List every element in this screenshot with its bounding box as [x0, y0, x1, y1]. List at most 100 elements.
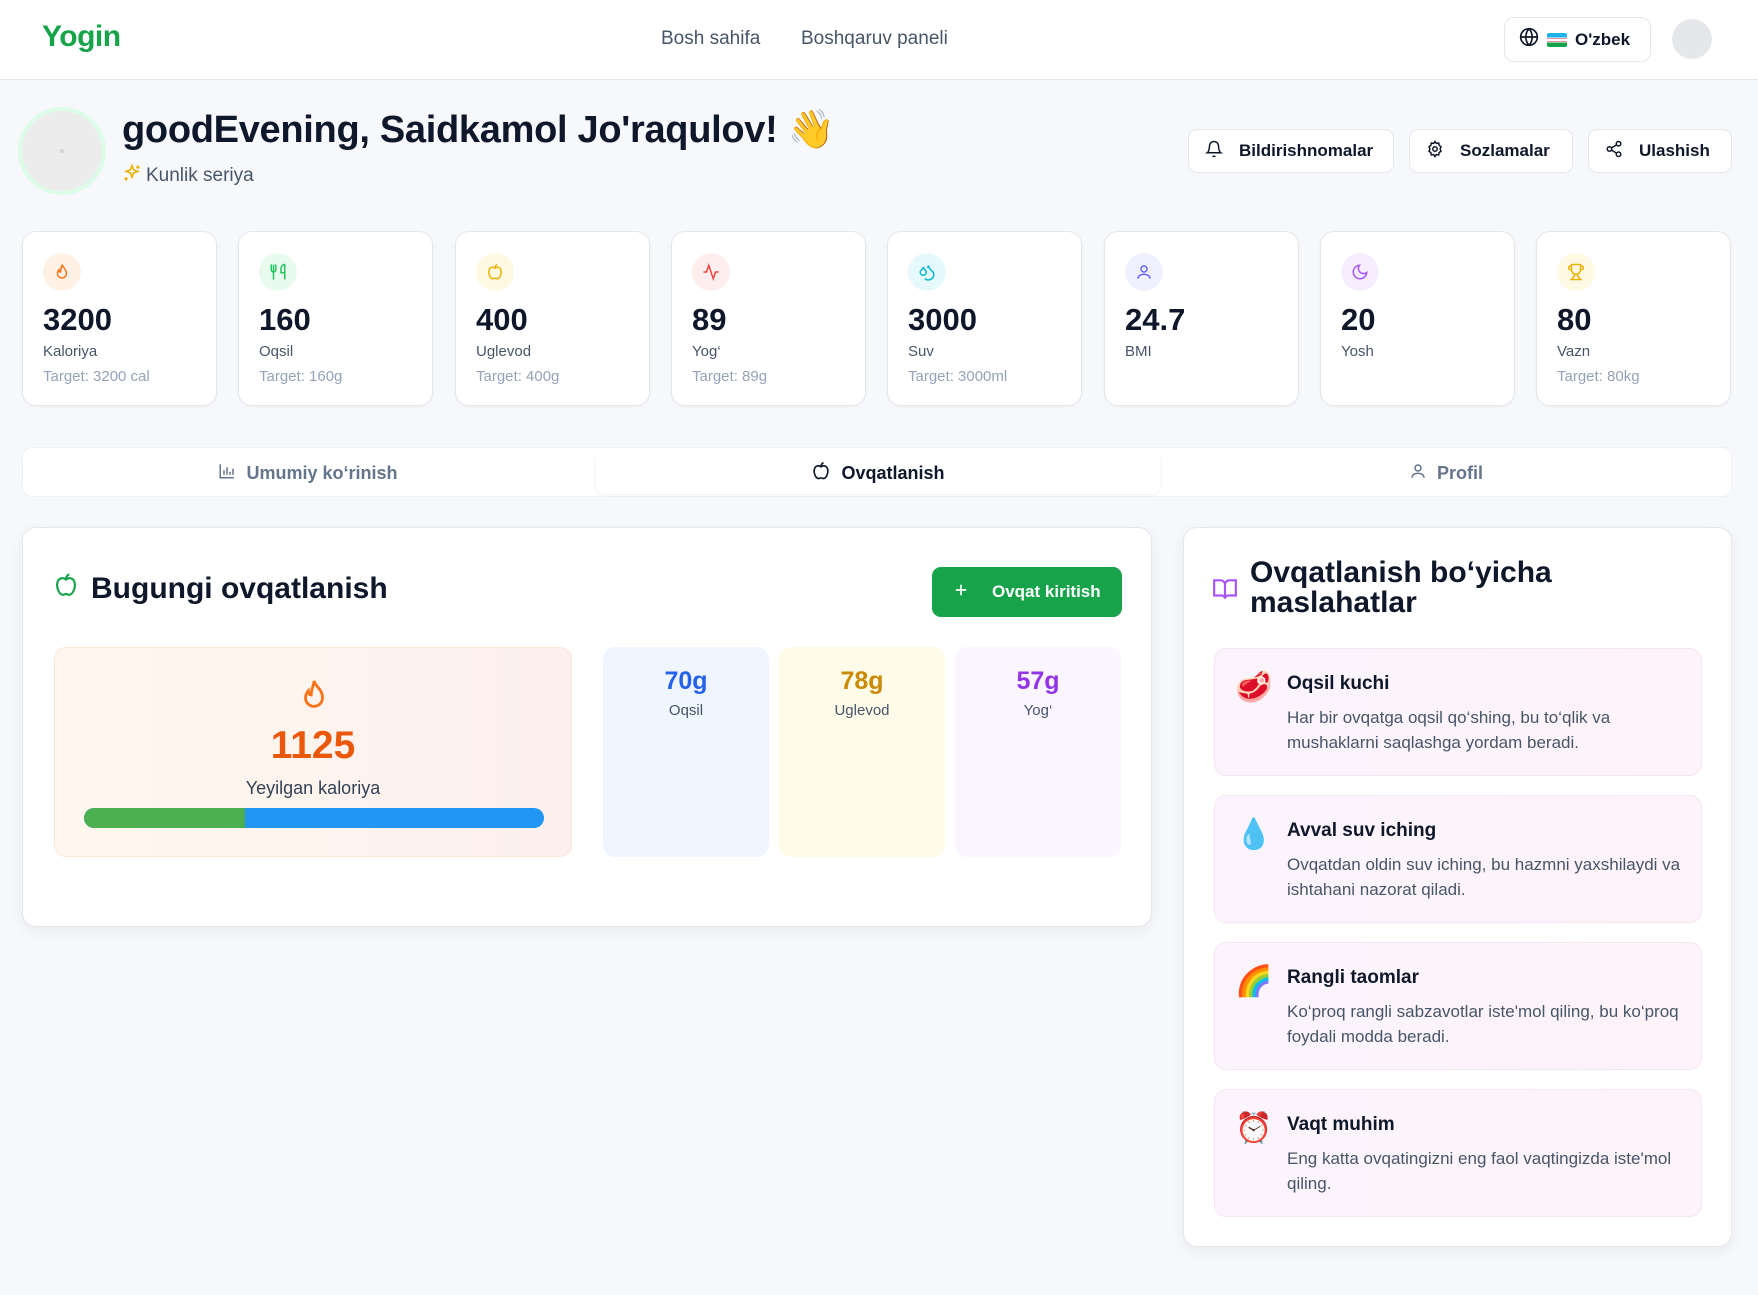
sparkles-icon: [122, 163, 142, 189]
stat-card-oqsil: 160 Oqsil Target: 160g: [238, 231, 433, 406]
uzbekistan-flag-icon: [1547, 32, 1567, 47]
share-icon: [1605, 140, 1623, 163]
stat-card-suv: 3000 Suv Target: 3000ml: [887, 231, 1082, 406]
trophy-icon: [1557, 253, 1595, 291]
user-icon: [1125, 253, 1163, 291]
user-avatar[interactable]: [1672, 19, 1712, 59]
macro-box-fat: 57g Yog‘: [955, 647, 1121, 857]
stat-target: Target: 3200 cal: [43, 368, 150, 385]
stat-label: Vazn: [1557, 343, 1591, 360]
tip-card: 💧 Avval suv iching Ovqatdan oldin suv ichi…: [1214, 795, 1702, 923]
bar-chart-icon: [218, 462, 236, 485]
calories-progress-fill: [84, 808, 245, 828]
stat-target: Target: 3000ml: [908, 368, 1008, 385]
tip-card: 🥩 Oqsil kuchi Har bir ovqatga oqsil qo‘shi…: [1214, 648, 1702, 776]
add-meal-button[interactable]: Ovqat kiritish: [932, 567, 1122, 617]
tip-title: Avval suv iching: [1287, 820, 1437, 841]
gear-icon: [1426, 139, 1444, 163]
add-meal-label: Ovqat kiritish: [992, 582, 1101, 601]
tab-nutrition[interactable]: Ovqatlanish: [596, 452, 1160, 494]
macro-box-carbs: 78g Uglevod: [779, 647, 945, 857]
calories-progress-bar: [84, 808, 544, 828]
apple-icon: [53, 572, 79, 606]
nutrition-card-header: Bugungi ovqatlanish: [53, 572, 388, 606]
tab-overview[interactable]: Umumiy ko‘rinish: [23, 452, 593, 494]
tab-overview-label: Umumiy ko‘rinish: [246, 462, 398, 483]
profile-avatar: [18, 107, 106, 195]
tip-emoji-icon: ⏰: [1235, 1112, 1273, 1145]
settings-button[interactable]: Sozlamalar: [1409, 129, 1573, 173]
tip-emoji-icon: 🌈: [1235, 965, 1273, 998]
stat-value: 24.7: [1125, 302, 1186, 337]
tabs-bar: Umumiy ko‘rinish Ovqatlanish Profil: [22, 447, 1732, 497]
macro-box-protein: 70g Oqsil: [603, 647, 769, 857]
tip-text: Eng katta ovqatingizni eng faol vaqtingi…: [1287, 1149, 1672, 1193]
tip-title: Vaqt muhim: [1287, 1114, 1395, 1135]
nutrition-tips-card: Ovqatlanish bo‘yicha maslahatlar 🥩 Oqsil …: [1183, 527, 1732, 1247]
tip-text: Ovqatdan oldin suv iching, bu hazmni yax…: [1287, 855, 1681, 899]
nav-link-dashboard[interactable]: Boshqaruv paneli: [801, 28, 948, 50]
settings-label: Sozlamalar: [1460, 141, 1550, 160]
stat-card-bmi: 24.7 BMI: [1104, 231, 1299, 406]
droplets-icon: [908, 253, 946, 291]
stat-card-uglevod: 400 Uglevod Target: 400g: [455, 231, 650, 406]
flame-icon: [297, 678, 331, 717]
language-selector[interactable]: O'zbek: [1504, 17, 1651, 62]
stat-card-kaloriya: 3200 Kaloriya Target: 3200 cal: [22, 231, 217, 406]
stat-label: Suv: [908, 343, 934, 360]
greeting-title: goodEvening, Saidkamol Jo'raqulov! 👋: [122, 109, 835, 151]
stat-value: 3200: [43, 302, 112, 337]
tab-profile[interactable]: Profil: [1163, 452, 1729, 494]
macro-value: 70g: [664, 667, 708, 695]
stat-card-yog: 89 Yog‘ Target: 89g: [671, 231, 866, 406]
stat-card-vazn: 80 Vazn Target: 80kg: [1536, 231, 1731, 406]
book-open-icon: [1212, 576, 1238, 607]
moon-icon: [1341, 253, 1379, 291]
apple-icon: [811, 461, 831, 486]
app-logo[interactable]: Yogin: [42, 20, 121, 54]
language-label: O'zbek: [1575, 29, 1631, 49]
tip-card: 🌈 Rangli taomlar Ko‘proq rangli sabzavotla…: [1214, 942, 1702, 1070]
macro-label: Yog‘: [1023, 702, 1053, 719]
nutrition-title: Bugungi ovqatlanish: [91, 572, 388, 605]
bell-icon: [1204, 140, 1224, 163]
stat-target: Target: 160g: [259, 368, 343, 385]
tip-title: Oqsil kuchi: [1287, 673, 1390, 694]
stat-value: 20: [1341, 302, 1376, 337]
streak-label: Kunlik seriya: [146, 165, 254, 186]
nav-link-home[interactable]: Bosh sahifa: [661, 28, 760, 50]
activity-icon: [692, 253, 730, 291]
macro-value: 78g: [840, 667, 884, 695]
stat-target: Target: 89g: [692, 368, 768, 385]
stat-value: 3000: [908, 302, 977, 337]
plus-icon: [952, 581, 970, 604]
stat-value: 400: [476, 302, 528, 337]
stat-label: Uglevod: [476, 343, 532, 360]
stat-value: 160: [259, 302, 311, 337]
stat-label: Kaloriya: [43, 343, 98, 360]
notifications-button[interactable]: Bildirishnomalar: [1188, 129, 1394, 173]
tab-profile-label: Profil: [1436, 462, 1483, 483]
stat-card-yosh: 20 Yosh: [1320, 231, 1515, 406]
tip-emoji-icon: 💧: [1235, 818, 1273, 851]
todays-nutrition-card: Bugungi ovqatlanish Ovqat kiritish 1125 …: [22, 527, 1152, 927]
tip-text: Ko‘proq rangli sabzavotlar iste'mol qili…: [1287, 1002, 1679, 1046]
calories-eaten-label: Yeyilgan kaloriya: [245, 778, 381, 798]
globe-icon: [1519, 27, 1539, 52]
calories-eaten-value: 1125: [270, 724, 356, 767]
stat-label: Yog‘: [692, 343, 721, 360]
stat-value: 89: [692, 302, 727, 337]
tip-card: ⏰ Vaqt muhim Eng katta ovqatingizni eng fa…: [1214, 1089, 1702, 1217]
stat-label: Yosh: [1341, 343, 1374, 360]
tip-title: Rangli taomlar: [1287, 967, 1419, 988]
notifications-label: Bildirishnomalar: [1239, 141, 1374, 160]
share-label: Ulashish: [1639, 141, 1710, 160]
user-icon: [1409, 462, 1427, 485]
stat-label: Oqsil: [259, 343, 294, 360]
macro-label: Uglevod: [834, 702, 890, 719]
macro-value: 57g: [1016, 667, 1060, 695]
utensils-icon: [259, 253, 297, 291]
tip-emoji-icon: 🥩: [1235, 671, 1273, 704]
tips-title: Ovqatlanish bo‘yicha maslahatlar: [1250, 556, 1552, 619]
share-button[interactable]: Ulashish: [1588, 129, 1732, 173]
